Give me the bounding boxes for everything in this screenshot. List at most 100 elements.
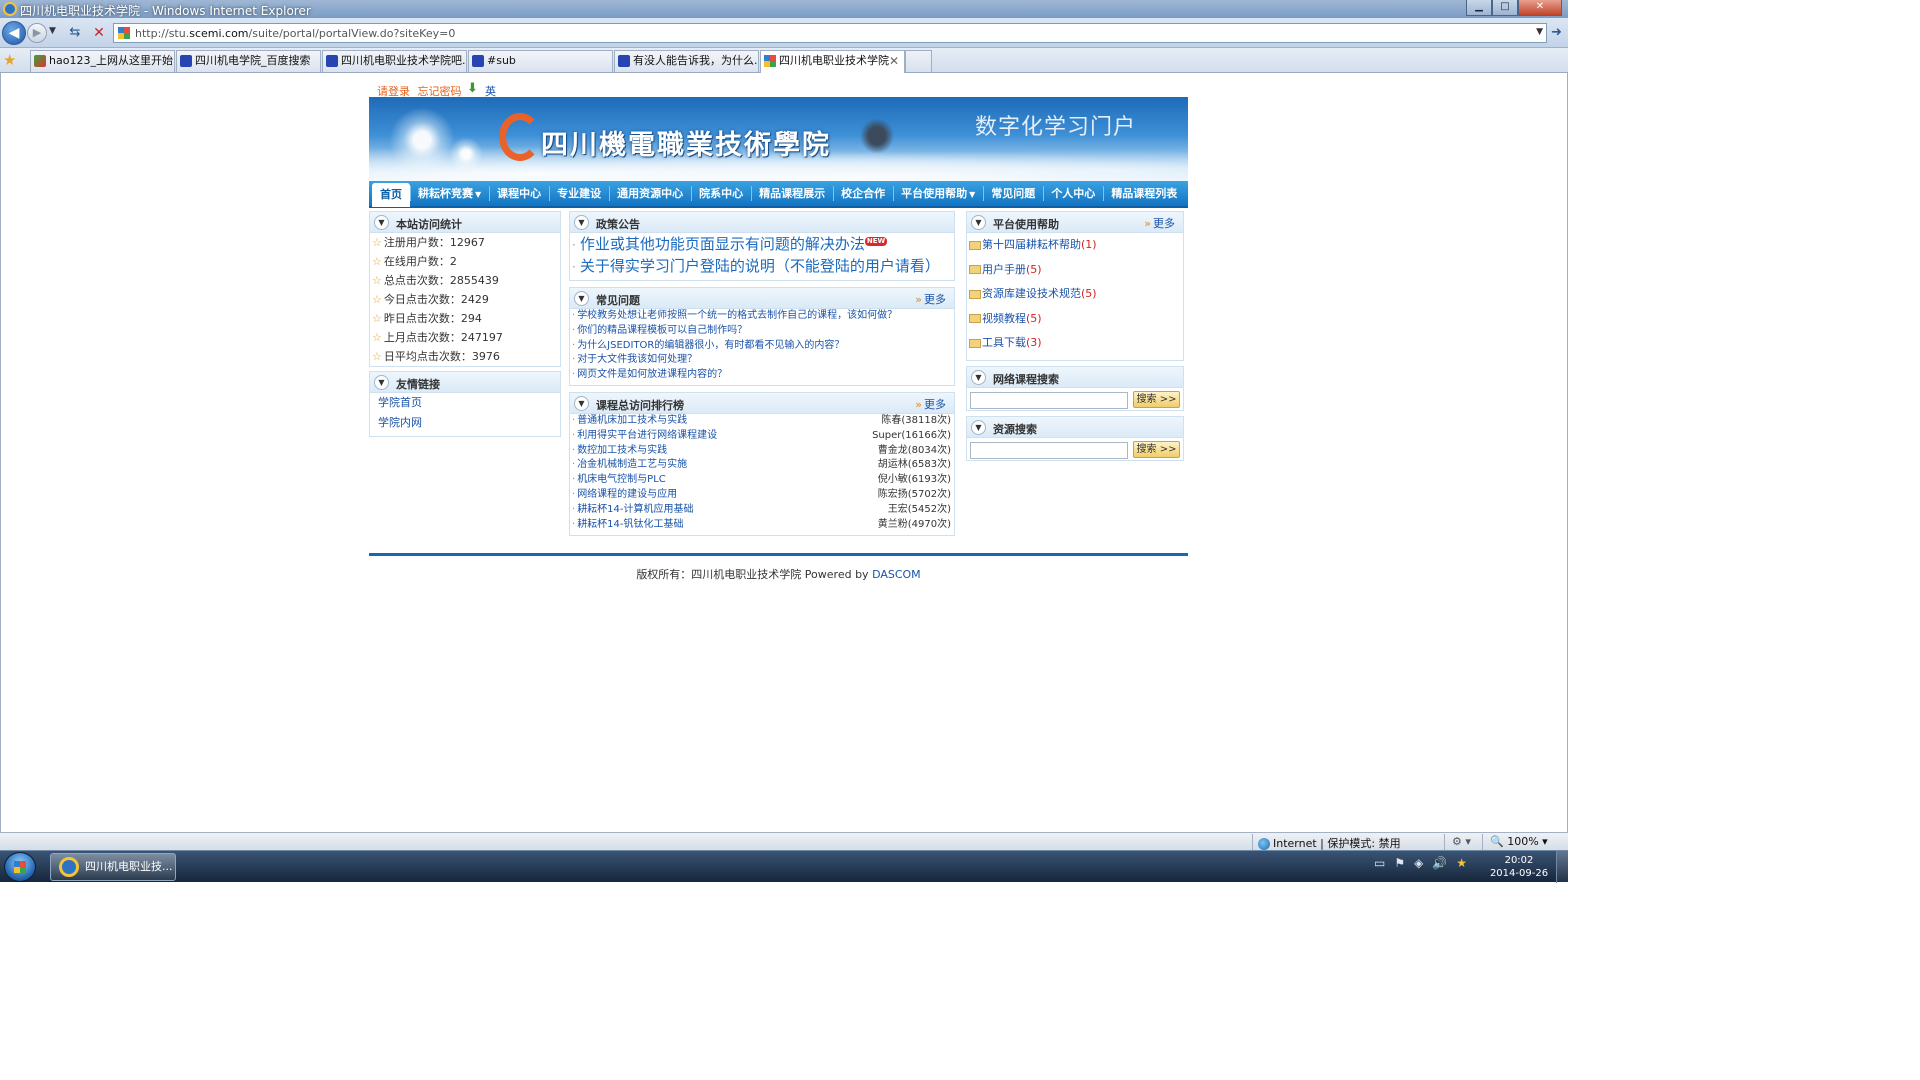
collapse-arrow-icon[interactable]: ▼ xyxy=(574,291,589,306)
ranking-more-link[interactable]: » 更多 xyxy=(915,396,946,412)
tab-current[interactable]: 四川机电职业技术学院 ✕ xyxy=(760,50,905,73)
address-dropdown-icon[interactable]: ▼ xyxy=(1536,27,1543,37)
help-item[interactable]: 视频教程(5) xyxy=(967,307,1183,332)
help-item[interactable]: 工具下载(3) xyxy=(967,331,1183,356)
start-button[interactable] xyxy=(4,852,36,882)
ranking-row[interactable]: · 冶金机械制造工艺与实施 胡运林(6583次) xyxy=(570,458,954,473)
menu-item-gengyun[interactable]: 耕耘杯竞赛 ▼ xyxy=(410,180,489,207)
close-button[interactable]: ✕ xyxy=(1518,0,1562,16)
stat-row: ☆ 总点击次数：2855439 xyxy=(372,274,499,287)
taskbar-ie-window[interactable]: 四川机电职业技... xyxy=(50,853,176,881)
forward-button[interactable]: ▶ xyxy=(27,23,47,43)
url-text[interactable]: http://stu.scemi.com/suite/portal/portal… xyxy=(135,27,455,40)
collapse-arrow-icon[interactable]: ▼ xyxy=(971,215,986,230)
friend-links-title: 友情链接 xyxy=(396,378,440,391)
new-tab-button[interactable] xyxy=(905,50,932,72)
collapse-arrow-icon[interactable]: ▼ xyxy=(374,375,389,390)
menu-item-departments[interactable]: 院系中心 xyxy=(691,180,751,207)
favorites-star-icon[interactable]: ★ xyxy=(3,51,16,69)
window-titlebar: 四川机电职业技术学院 - Windows Internet Explorer ▁… xyxy=(0,0,1568,18)
bullet-icon: · xyxy=(572,339,576,351)
ranking-row[interactable]: · 耕耘杯14-计算机应用基础 王宏(5452次) xyxy=(570,503,954,518)
menu-item-course-list[interactable]: 精品课程列表 xyxy=(1103,180,1185,207)
faq-item[interactable]: · 学校教务处想让老师按照一个统一的格式去制作自己的课程，该如何做？ xyxy=(570,309,954,324)
maximize-button[interactable]: □ xyxy=(1492,0,1518,16)
clock[interactable]: 20:02 2014-09-26 xyxy=(1486,854,1552,880)
course-search-input[interactable] xyxy=(970,392,1128,409)
tab-question[interactable]: 有没人能告诉我，为什么... xyxy=(614,50,759,72)
tab-baidu-search[interactable]: 四川机电学院_百度搜索 xyxy=(176,50,321,72)
collapse-arrow-icon[interactable]: ▼ xyxy=(574,396,589,411)
menu-item-faq[interactable]: 常见问题 xyxy=(983,180,1043,207)
status-bar: Internet | 保护模式: 禁用 ⚙ ▾ 🔍 100% ▾ xyxy=(0,832,1568,850)
bullet-icon: · xyxy=(572,518,576,530)
tray-network-icon[interactable]: ◈ xyxy=(1414,856,1423,870)
ranking-row[interactable]: · 机床电气控制与PLC 倪小敏(6193次) xyxy=(570,473,954,488)
resource-search-button[interactable]: 搜索 >> xyxy=(1133,441,1180,458)
dascom-link[interactable]: DASCOM xyxy=(872,568,921,581)
protected-mode-icon[interactable]: ⚙ ▾ xyxy=(1452,835,1471,848)
stats-box: ▼ 本站访问统计 ☆ 注册用户数：12967 ☆ 在线用户数：2 ☆ 总点击次数：28… xyxy=(369,211,561,367)
stop-icon[interactable]: ✕ xyxy=(90,24,108,42)
policy-item[interactable]: · 作业或其他功能页面显示有问题的解决办法 NEW xyxy=(570,233,954,255)
help-more-link[interactable]: » 更多 xyxy=(1144,215,1175,231)
faq-item[interactable]: · 网页文件是如何放进课程内容的？ xyxy=(570,368,954,383)
collapse-arrow-icon[interactable]: ▼ xyxy=(374,215,389,230)
menu-item-enterprise[interactable]: 校企合作 xyxy=(833,180,893,207)
copyright: 版权所有：四川机电职业技术学院 Powered by DASCOM xyxy=(636,568,921,581)
ranking-row[interactable]: · 利用得实平台进行网络课程建设 Super(16166次) xyxy=(570,429,954,444)
help-item[interactable]: 资源库建设技术规范(5) xyxy=(967,282,1183,307)
tab-close-icon[interactable]: ✕ xyxy=(889,51,899,71)
collapse-arrow-icon[interactable]: ▼ xyxy=(574,215,589,230)
tab-sub[interactable]: #sub xyxy=(468,50,613,72)
friend-link[interactable]: 学院首页 xyxy=(370,393,560,413)
ranking-row[interactable]: · 网络课程的建设与应用 陈宏扬(5702次) xyxy=(570,488,954,503)
address-bar[interactable]: http://stu.scemi.com/suite/portal/portal… xyxy=(113,23,1547,43)
course-search-button[interactable]: 搜索 >> xyxy=(1133,391,1180,408)
history-dropdown-icon[interactable]: ▼ xyxy=(49,26,56,36)
status-divider xyxy=(1252,834,1253,850)
faq-item[interactable]: · 为什么JSEDITOR的编辑器很小，有时都看不见输入的内容？ xyxy=(570,339,954,354)
go-arrow-icon[interactable]: ➜ xyxy=(1551,25,1562,40)
resource-search-input[interactable] xyxy=(970,442,1128,459)
tray-keyboard-icon[interactable]: ▭ xyxy=(1374,856,1385,870)
page-viewport: 请登录 忘记密码 ⬇ 英文 四川機電職業技術學院 数字化学习门户 首页 耕耘杯竞… xyxy=(0,73,1568,832)
tab-hao123[interactable]: hao123_上网从这里开始 xyxy=(30,50,175,72)
menu-item-personal[interactable]: 个人中心 xyxy=(1043,180,1103,207)
menu-item-help[interactable]: 平台使用帮助 ▼ xyxy=(893,180,983,207)
collapse-arrow-icon[interactable]: ▼ xyxy=(971,420,986,435)
menu-item-resource-center[interactable]: 通用资源中心 xyxy=(609,180,691,207)
friend-links-header: ▼ 友情链接 xyxy=(370,372,560,393)
faq-box: ▼ 常见问题 » 更多 · 学校教务处想让老师按照一个统一的格式去制作自己的课程，该… xyxy=(569,287,955,386)
minimize-button[interactable]: ▁ xyxy=(1466,0,1492,16)
ranking-box: ▼ 课程总访问排行榜 » 更多 · 普通机床加工技术与实践 陈春(38118次) · 利… xyxy=(569,392,955,536)
school-logo-icon xyxy=(499,113,541,161)
stats-title: 本站访问统计 xyxy=(396,218,462,231)
tray-flag-icon[interactable]: ⚑ xyxy=(1394,856,1405,870)
help-item[interactable]: 用户手册(5) xyxy=(967,258,1183,283)
course-search-header: ▼ 网络课程搜索 xyxy=(967,367,1183,388)
ranking-row[interactable]: · 普通机床加工技术与实践 陈春(38118次) xyxy=(570,414,954,429)
zoom-control[interactable]: 🔍 100% ▾ xyxy=(1490,835,1548,848)
ranking-row[interactable]: · 耕耘杯14-钒钛化工基础 黄兰粉(4970次) xyxy=(570,518,954,533)
tray-volume-icon[interactable]: 🔊 xyxy=(1432,856,1447,870)
policy-item[interactable]: · 关于得实学习门户登陆的说明（不能登陆的用户请看） xyxy=(570,255,954,277)
faq-item[interactable]: · 对于大文件我该如何处理？ xyxy=(570,353,954,368)
tray-star-icon[interactable]: ★ xyxy=(1456,856,1467,870)
folder-icon xyxy=(969,265,981,274)
menu-item-major[interactable]: 专业建设 xyxy=(549,180,609,207)
refresh-icon[interactable]: ⇆ xyxy=(66,24,84,42)
faq-item[interactable]: · 你们的精品课程模板可以自己制作吗？ xyxy=(570,324,954,339)
back-button[interactable]: ◀ xyxy=(2,21,26,45)
tab-tieba[interactable]: 四川机电职业技术学院吧... xyxy=(322,50,467,72)
show-desktop-button[interactable] xyxy=(1556,851,1568,883)
ranking-row[interactable]: · 数控加工技术与实践 曹金龙(8034次) xyxy=(570,444,954,459)
menu-item-home[interactable]: 首页 xyxy=(372,183,410,207)
menu-item-showcase[interactable]: 精品课程展示 xyxy=(751,180,833,207)
faq-more-link[interactable]: » 更多 xyxy=(915,291,946,307)
collapse-arrow-icon[interactable]: ▼ xyxy=(971,370,986,385)
security-zone[interactable]: Internet | 保护模式: 禁用 xyxy=(1258,835,1401,851)
help-item[interactable]: 第十四届耕耘杯帮助(1) xyxy=(967,233,1183,258)
friend-link[interactable]: 学院内网 xyxy=(370,413,560,433)
menu-item-course-center[interactable]: 课程中心 xyxy=(489,180,549,207)
